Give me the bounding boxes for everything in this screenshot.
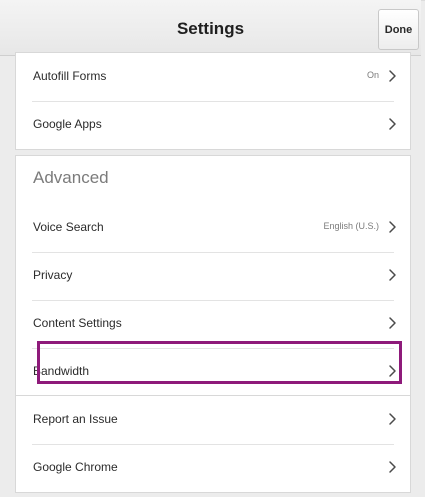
google-apps-label: Google Apps [33, 117, 102, 131]
page-title: Settings [176, 19, 245, 38]
settings-group-info: Report an Issue Google Chrome [15, 395, 411, 493]
voice-search-label: Voice Search [33, 220, 104, 234]
voice-search-row[interactable]: Voice Search English (U.S.) [16, 204, 410, 252]
settings-group-basic: Autofill Forms On Google Apps [15, 52, 411, 150]
google-apps-row[interactable]: Google Apps [16, 101, 410, 149]
bandwidth-row[interactable]: Bandwidth [16, 348, 410, 396]
google-chrome-row[interactable]: Google Chrome [16, 444, 410, 492]
voice-search-value: English (U.S.) [323, 221, 379, 231]
settings-screen: Settings Done Autofill Forms On Google A… [0, 0, 425, 497]
content-settings-row[interactable]: Content Settings [16, 300, 410, 348]
content-settings-label: Content Settings [33, 316, 122, 330]
privacy-label: Privacy [33, 268, 73, 282]
report-issue-label: Report an Issue [33, 412, 118, 426]
privacy-row[interactable]: Privacy [16, 252, 410, 300]
chevron-right-icon [389, 461, 396, 473]
bandwidth-label: Bandwidth [33, 364, 90, 378]
autofill-forms-value: On [366, 70, 379, 80]
advanced-section-title: Advanced [33, 168, 109, 187]
google-chrome-label: Google Chrome [33, 460, 118, 474]
autofill-forms-label: Autofill Forms [33, 69, 107, 83]
chevron-right-icon [389, 221, 396, 233]
report-issue-row[interactable]: Report an Issue [16, 396, 410, 444]
chevron-right-icon [389, 70, 396, 82]
chevron-right-icon [389, 365, 396, 377]
settings-group-advanced: Advanced Voice Search English (U.S.) Pri… [15, 155, 411, 397]
chevron-right-icon [389, 269, 396, 281]
done-button[interactable]: Done [378, 9, 419, 50]
chevron-right-icon [389, 317, 396, 329]
settings-header: Settings Done [0, 0, 421, 56]
advanced-section-header: Advanced [16, 156, 410, 204]
chevron-right-icon [389, 413, 396, 425]
autofill-forms-row[interactable]: Autofill Forms On [16, 53, 410, 101]
chevron-right-icon [389, 118, 396, 130]
